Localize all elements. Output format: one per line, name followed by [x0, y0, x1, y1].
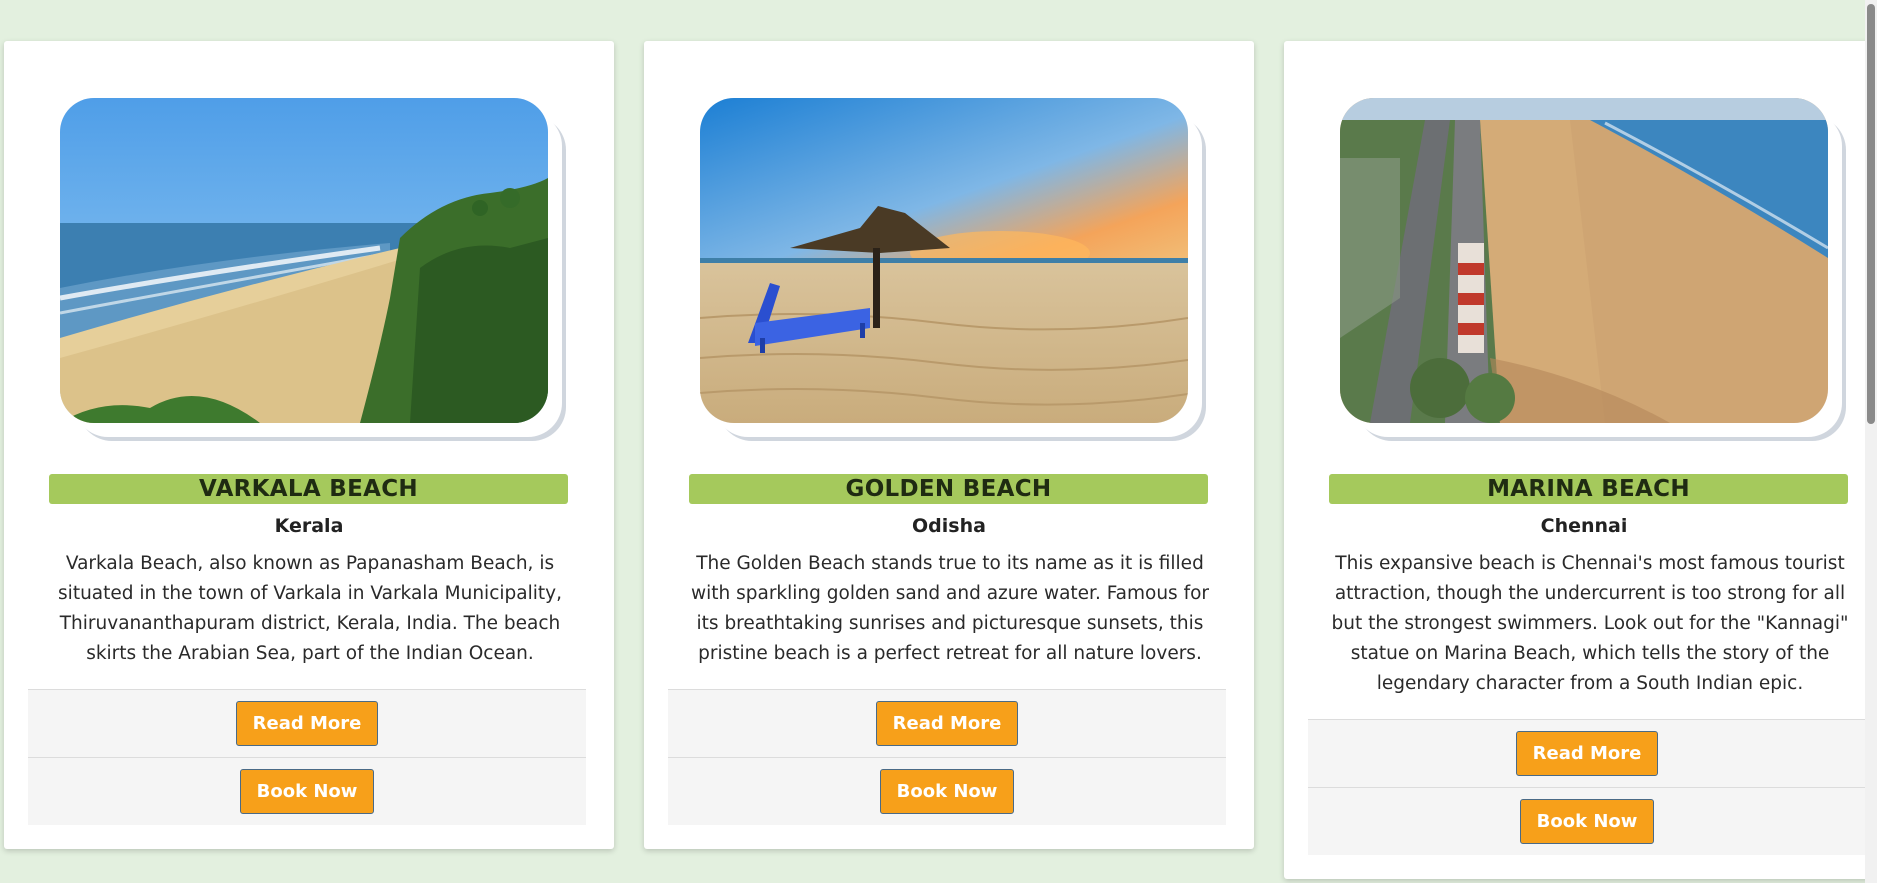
varkala-beach-image: [60, 98, 548, 423]
beach-card-varkala: VARKALA BEACH Kerala Varkala Beach, also…: [4, 41, 614, 849]
golden-beach-image: [700, 98, 1188, 423]
read-more-row: Read More: [1308, 719, 1866, 787]
beach-cards-container: VARKALA BEACH Kerala Varkala Beach, also…: [0, 0, 1877, 883]
read-more-button[interactable]: Read More: [875, 701, 1019, 746]
read-more-row: Read More: [668, 689, 1226, 757]
read-more-row: Read More: [28, 689, 586, 757]
card-description: This expansive beach is Chennai's most f…: [1331, 553, 1849, 694]
read-more-button[interactable]: Read More: [1515, 731, 1659, 776]
book-now-button[interactable]: Book Now: [879, 769, 1015, 814]
marina-beach-image: [1340, 98, 1828, 423]
card-title: MARINA BEACH: [1329, 474, 1848, 504]
book-now-row: Book Now: [668, 757, 1226, 825]
card-description: Varkala Beach, also known as Papanasham …: [58, 553, 562, 664]
card-title: VARKALA BEACH: [49, 474, 568, 504]
card-title: GOLDEN BEACH: [689, 474, 1208, 504]
scrollbar-thumb[interactable]: [1867, 4, 1875, 424]
book-now-row: Book Now: [28, 757, 586, 825]
read-more-button[interactable]: Read More: [235, 701, 379, 746]
vertical-scrollbar[interactable]: [1865, 0, 1877, 883]
beach-card-marina: MARINA BEACH Chennai This expansive beac…: [1284, 41, 1877, 879]
book-now-button[interactable]: Book Now: [1519, 799, 1655, 844]
book-now-row: Book Now: [1308, 787, 1866, 855]
card-description: The Golden Beach stands true to its name…: [690, 553, 1210, 664]
card-location: Kerala: [274, 515, 344, 537]
book-now-button[interactable]: Book Now: [239, 769, 375, 814]
beach-card-golden: GOLDEN BEACH Odisha The Golden Beach sta…: [644, 41, 1254, 849]
card-location: Chennai: [1540, 515, 1628, 537]
card-location: Odisha: [912, 515, 986, 537]
